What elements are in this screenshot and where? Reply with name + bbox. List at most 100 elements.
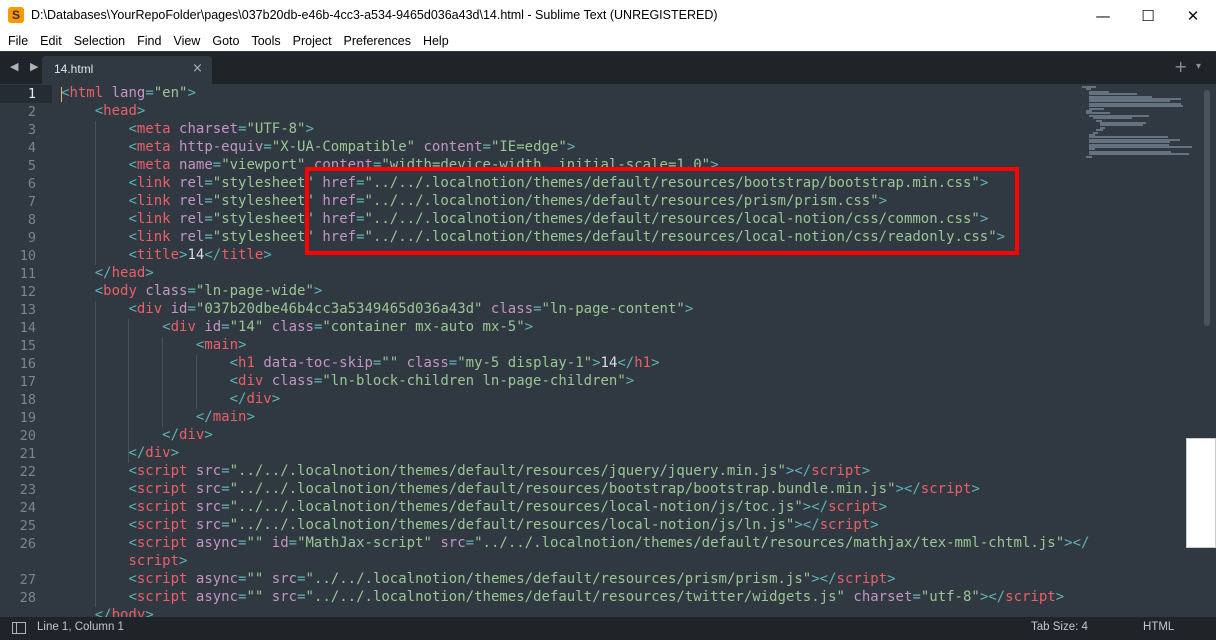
menu-help[interactable]: Help [423, 34, 449, 48]
code-token: src [195, 481, 222, 497]
indent-guide [94, 121, 96, 265]
code-line[interactable]: <script src="../../.localnotion/themes/d… [61, 499, 887, 517]
code-line[interactable]: <html lang="en"> [61, 85, 196, 103]
menu-preferences[interactable]: Preferences [344, 34, 411, 48]
code-token: < [94, 283, 104, 299]
close-window-button[interactable]: ✕ [1170, 0, 1216, 31]
code-line[interactable]: </div> [61, 445, 179, 463]
code-token: "container mx-auto mx-5" [322, 319, 525, 335]
tab-nav-arrows-icon[interactable]: ◀ ▶ [10, 60, 42, 73]
code-token: http-equiv [179, 139, 264, 155]
code-token: div [170, 319, 196, 335]
line-number: 6 [27, 176, 36, 192]
menu-file[interactable]: File [8, 34, 28, 48]
code-token: "ln-page-wide" [195, 283, 314, 299]
code-line[interactable]: <head> [61, 103, 146, 121]
code-token: < [128, 175, 137, 191]
minimap-line [1085, 155, 1092, 158]
code-token: meta [136, 121, 171, 137]
panel-toggle-icon[interactable] [12, 622, 26, 634]
code-token: < [128, 157, 137, 173]
tab-size[interactable]: Tab Size: 4 [1031, 621, 1088, 633]
code-token: "X-UA-Compatible" [271, 139, 416, 155]
code-token: > [971, 481, 980, 497]
vertical-scrollbar[interactable] [1204, 90, 1210, 326]
code-line[interactable]: <script async="" src="../../.localnotion… [61, 571, 896, 589]
minimap-line [1100, 124, 1144, 127]
code-token: script [811, 463, 862, 479]
code-token: rel [179, 211, 205, 227]
code-token: "../../.localnotion/themes/default/resou… [305, 571, 812, 587]
code-line[interactable]: script> [61, 553, 187, 571]
code-token: > [887, 571, 896, 587]
status-bar: Line 1, Column 1 Tab Size: 4 HTML [0, 617, 1216, 640]
menu-goto[interactable]: Goto [212, 34, 239, 48]
code-token: "utf-8" [920, 589, 980, 605]
code-line[interactable]: <meta charset="UTF-8"> [61, 121, 314, 139]
code-line[interactable]: <div id="037b20dbe46b4cc3a5349465d036a43… [61, 301, 693, 319]
code-line[interactable]: <script src="../../.localnotion/themes/d… [61, 481, 980, 499]
code-line[interactable]: <div class="ln-block-children ln-page-ch… [61, 373, 635, 391]
code-token: title [221, 247, 264, 263]
code-token: </ [204, 247, 222, 263]
indent-guide [195, 355, 197, 409]
code-token: < [128, 121, 137, 137]
red-highlight-box [305, 167, 1019, 255]
indent-guide [162, 337, 164, 427]
code-line[interactable]: <script src="../../.localnotion/themes/d… [61, 517, 878, 535]
code-line[interactable]: <body class="ln-page-wide"> [61, 283, 323, 301]
syntax-mode[interactable]: HTML [1143, 621, 1174, 633]
code-token: < [162, 319, 171, 335]
minimize-button[interactable]: — [1080, 0, 1126, 31]
menu-find[interactable]: Find [137, 34, 161, 48]
code-token: "../../.localnotion/themes/default/resou… [229, 463, 786, 479]
code-token: > [204, 427, 213, 443]
code-line[interactable]: <meta http-equiv="X-UA-Compatible" conte… [61, 139, 575, 157]
code-token: = [187, 301, 196, 317]
code-line[interactable]: </head> [61, 265, 154, 283]
code-line[interactable]: </body> [61, 607, 154, 617]
menu-edit[interactable]: Edit [40, 34, 62, 48]
code-token: name [179, 157, 213, 173]
code-token: script [136, 463, 188, 479]
line-number: 19 [19, 410, 36, 426]
code-line[interactable]: </div> [61, 427, 213, 445]
tab-close-icon[interactable]: × [192, 61, 203, 76]
code-line[interactable]: <main> [61, 337, 247, 355]
code-token: "" [246, 535, 264, 551]
menu-project[interactable]: Project [293, 34, 332, 48]
code-line[interactable]: <title>14</title> [61, 247, 271, 265]
menu-view[interactable]: View [173, 34, 200, 48]
code-token: > [651, 355, 660, 371]
code-line[interactable]: <script async="" src="../../.localnotion… [61, 589, 1064, 607]
code-editor[interactable]: 1 2 3 4 5 6 7 8 9 10 11 12 13 14 15 16 17 18 19 20 21 22 23 24 2… [0, 84, 1216, 617]
line-number: 24 [19, 500, 36, 516]
tab-14-html[interactable]: 14.html × [42, 56, 212, 84]
line-number: 22 [19, 464, 36, 480]
tab-list-chevron-icon[interactable]: ▾ [1196, 61, 1201, 72]
code-token: link [136, 229, 171, 245]
menu-tools[interactable]: Tools [251, 34, 280, 48]
code-token: </ [617, 355, 635, 371]
code-token: > [136, 103, 146, 119]
code-token: ></ [979, 589, 1006, 605]
code-line[interactable]: <script src="../../.localnotion/themes/d… [61, 463, 870, 481]
code-token: script [136, 481, 188, 497]
code-line[interactable]: <script async="" id="MathJax-script" src… [61, 535, 1089, 553]
menu-selection[interactable]: Selection [74, 34, 125, 48]
code-token: script [136, 571, 188, 587]
maximize-button[interactable]: ☐ [1125, 0, 1171, 31]
minimap[interactable] [1082, 84, 1202, 164]
cursor-position[interactable]: Line 1, Column 1 [37, 621, 124, 633]
code-line[interactable]: <h1 data-toc-skip="" class="my-5 display… [61, 355, 660, 373]
code-line[interactable]: <div id="14" class="container mx-auto mx… [61, 319, 533, 337]
code-line[interactable]: </main> [61, 409, 255, 427]
code-token: ></ [794, 517, 820, 533]
new-tab-icon[interactable]: + [1174, 57, 1187, 76]
